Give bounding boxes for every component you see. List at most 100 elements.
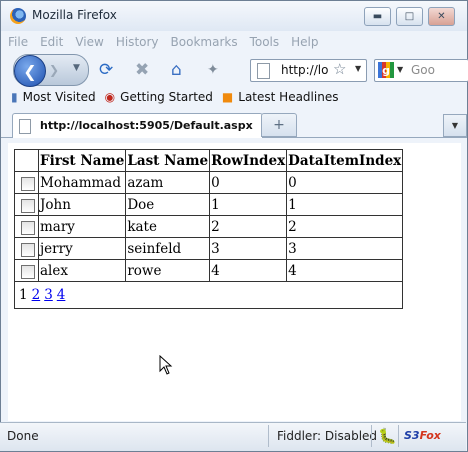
menu-edit[interactable]: Edit bbox=[40, 35, 63, 49]
history-dropdown-icon[interactable]: ▼ bbox=[73, 63, 80, 73]
checkbox-cell bbox=[14, 237, 39, 260]
url-text[interactable]: http://lo bbox=[281, 63, 328, 77]
status-text: Done bbox=[7, 429, 39, 443]
bookmark-most-visited[interactable]: ▮ Most Visited bbox=[11, 90, 96, 104]
pager: 1234 bbox=[13, 281, 404, 309]
chevron-down-icon: ▼ bbox=[451, 121, 459, 130]
bookmark-latest-headlines[interactable]: ■ Latest Headlines bbox=[222, 90, 339, 104]
cell-first-name: jerry bbox=[37, 237, 127, 260]
table-row: mary kate 2 2 bbox=[14, 215, 404, 238]
table-row: alex rowe 4 4 bbox=[14, 259, 404, 282]
checkbox-cell bbox=[14, 259, 39, 282]
tab-list-button[interactable]: ▼ bbox=[443, 114, 467, 137]
table-row: John Doe 1 1 bbox=[14, 193, 404, 216]
menu-help[interactable]: Help bbox=[291, 35, 318, 49]
status-separator bbox=[398, 425, 399, 447]
cell-data-item-index: 2 bbox=[286, 215, 404, 238]
forward-button[interactable]: ❯ bbox=[49, 63, 59, 77]
page-content: First Name Last Name RowIndex DataItemIn… bbox=[8, 143, 461, 421]
checkbox-cell bbox=[14, 171, 39, 194]
pager-link-4[interactable]: 4 bbox=[57, 287, 66, 303]
checkbox-cell bbox=[14, 215, 39, 238]
maximize-button[interactable]: □ bbox=[396, 7, 423, 26]
menu-history[interactable]: History bbox=[116, 35, 159, 49]
cell-data-item-index: 0 bbox=[286, 171, 404, 194]
header-row: First Name Last Name RowIndex DataItemIn… bbox=[14, 149, 404, 172]
status-bar: Done Fiddler: Disabled 🐛 S3Fox bbox=[0, 422, 466, 451]
cell-row-index: 4 bbox=[209, 259, 288, 282]
checkbox-header bbox=[14, 149, 39, 172]
cell-row-index: 3 bbox=[209, 237, 288, 260]
cell-last-name: kate bbox=[125, 215, 211, 238]
row-checkbox[interactable] bbox=[21, 177, 35, 191]
pager-row: 1234 bbox=[13, 281, 404, 309]
navigation-toolbar: ❮ ❯ ▼ ⟳ ✖ ⌂ ✦ http://lo ☆ ▼ g ▼ Goo bbox=[1, 53, 468, 87]
url-dropdown-icon[interactable]: ▼ bbox=[355, 64, 361, 73]
cell-last-name: Doe bbox=[125, 193, 211, 216]
row-checkbox[interactable] bbox=[21, 243, 35, 257]
row-checkbox[interactable] bbox=[21, 265, 35, 279]
menu-bookmarks[interactable]: Bookmarks bbox=[171, 35, 238, 49]
cell-first-name: alex bbox=[37, 259, 127, 282]
fiddler-status[interactable]: Fiddler: Disabled bbox=[277, 429, 377, 443]
bookmarks-toolbar: ▮ Most Visited ◉ Getting Started ■ Lates… bbox=[1, 85, 467, 109]
pager-link-2[interactable]: 2 bbox=[32, 287, 41, 303]
google-icon[interactable]: g bbox=[378, 62, 394, 78]
menu-view[interactable]: View bbox=[75, 35, 103, 49]
row-checkbox[interactable] bbox=[21, 221, 35, 235]
stop-icon[interactable]: ✖ bbox=[135, 60, 149, 80]
cell-data-item-index: 4 bbox=[286, 259, 404, 282]
cell-last-name: rowe bbox=[125, 259, 211, 282]
cell-first-name: mary bbox=[37, 215, 127, 238]
minimize-button[interactable]: ▬ bbox=[364, 7, 391, 26]
title-bar: Mozilla Firefox ▬ □ ✕ bbox=[1, 1, 467, 31]
bookmark-getting-started[interactable]: ◉ Getting Started bbox=[105, 90, 213, 104]
close-button[interactable]: ✕ bbox=[428, 7, 455, 26]
status-separator bbox=[268, 425, 269, 447]
tab-title: http://localhost:5905/Default.aspx bbox=[40, 119, 253, 132]
pager-link-3[interactable]: 3 bbox=[44, 287, 53, 303]
new-tab-button[interactable]: + bbox=[261, 113, 297, 137]
cell-last-name: azam bbox=[125, 171, 211, 194]
url-bar[interactable]: http://lo ☆ ▼ bbox=[250, 59, 367, 82]
menu-file[interactable]: File bbox=[8, 35, 28, 49]
window-title: Mozilla Firefox bbox=[32, 8, 117, 22]
header-last-name: Last Name bbox=[125, 149, 211, 172]
cell-row-index: 2 bbox=[209, 215, 288, 238]
firefox-red-icon: ◉ bbox=[104, 90, 116, 104]
home-icon[interactable]: ⌂ bbox=[171, 60, 182, 80]
data-grid: First Name Last Name RowIndex DataItemIn… bbox=[13, 149, 404, 309]
bookmark-label: Most Visited bbox=[22, 90, 96, 104]
cell-row-index: 0 bbox=[209, 171, 288, 194]
search-engine-dropdown-icon[interactable]: ▼ bbox=[397, 65, 403, 74]
tab-bar: http://localhost:5905/Default.aspx + ▼ bbox=[1, 109, 467, 138]
back-arrow-icon: ❮ bbox=[23, 61, 37, 81]
s3fox-label-fox: Fox bbox=[419, 429, 441, 442]
row-checkbox[interactable] bbox=[21, 199, 35, 213]
s3fox-button[interactable]: S3Fox bbox=[404, 429, 441, 442]
addon-icon[interactable]: ✦ bbox=[207, 62, 219, 78]
page-icon bbox=[257, 63, 270, 79]
checkbox-cell bbox=[14, 193, 39, 216]
tab-default-aspx[interactable]: http://localhost:5905/Default.aspx bbox=[12, 113, 263, 138]
firebug-icon[interactable]: 🐛 bbox=[378, 427, 397, 445]
reload-icon[interactable]: ⟳ bbox=[99, 60, 113, 80]
s3fox-label-s3: S3 bbox=[404, 429, 420, 442]
search-input[interactable]: Goo bbox=[411, 63, 435, 77]
cell-data-item-index: 1 bbox=[286, 193, 404, 216]
menu-tools[interactable]: Tools bbox=[250, 35, 280, 49]
search-box[interactable]: g ▼ Goo bbox=[374, 59, 468, 82]
cell-first-name: Mohammad bbox=[37, 171, 127, 194]
pager-current-page: 1 bbox=[19, 287, 28, 303]
table-row: Mohammad azam 0 0 bbox=[14, 171, 404, 194]
back-button[interactable]: ❮ bbox=[14, 55, 46, 87]
rss-icon: ■ bbox=[221, 90, 234, 104]
bookmark-label: Getting Started bbox=[120, 90, 213, 104]
bookmark-folder-icon: ▮ bbox=[11, 90, 18, 104]
firefox-icon bbox=[10, 8, 26, 24]
cell-row-index: 1 bbox=[209, 193, 288, 216]
menu-bar: File Edit View History Bookmarks Tools H… bbox=[1, 31, 467, 53]
page-icon bbox=[19, 119, 31, 134]
cell-last-name: seinfeld bbox=[125, 237, 211, 260]
bookmark-star-icon[interactable]: ☆ bbox=[333, 60, 346, 78]
